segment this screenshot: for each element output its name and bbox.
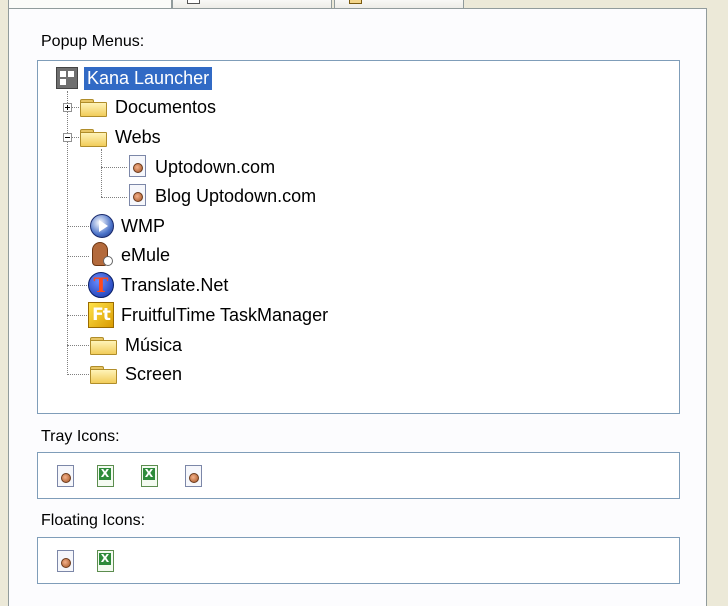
tree-node-kana-launcher[interactable]: Kana Launcher [56, 64, 213, 92]
node-label: Blog Uptodown.com [155, 185, 317, 206]
tree-node-musica[interactable]: Música [90, 331, 185, 359]
node-label: Documentos [115, 96, 217, 117]
tree-line [67, 256, 89, 257]
tree-line [67, 315, 89, 316]
link-doc-icon[interactable] [56, 465, 76, 489]
excel-doc-icon[interactable]: X [96, 550, 116, 574]
link-doc-icon [128, 184, 148, 208]
media-player-icon [90, 214, 114, 238]
link-doc-icon[interactable] [56, 550, 76, 574]
node-label: FruitfulTime TaskManager [121, 304, 329, 325]
node-label: Translate.Net [121, 274, 229, 295]
node-label: Uptodown.com [155, 156, 276, 177]
tree-node-uptodown[interactable]: Uptodown.com [128, 153, 278, 181]
tree-node-fruitfultime[interactable]: Ft FruitfulTime TaskManager [88, 301, 331, 329]
floating-icons-box[interactable]: X [37, 537, 680, 584]
collapse-webs-toggle[interactable] [63, 133, 72, 142]
node-label: Screen [125, 363, 183, 384]
tree-node-emule[interactable]: eMule [90, 241, 173, 269]
taskmanager-icon: Ft [88, 302, 114, 328]
popup-menus-tree[interactable]: Kana Launcher Documentos Webs Uptodown.c… [37, 60, 680, 414]
translate-icon: T [88, 272, 114, 298]
tree-line [67, 285, 89, 286]
link-doc-icon[interactable] [184, 465, 204, 489]
tree-line [101, 149, 102, 197]
window-icon [187, 0, 200, 4]
folder-icon [80, 97, 108, 117]
node-label: Kana Launcher [84, 66, 213, 90]
expand-documentos-toggle[interactable] [63, 103, 72, 112]
tray-icons-label: Tray Icons: [41, 428, 120, 445]
floating-icons-label: Floating Icons: [41, 512, 146, 529]
tree-node-wmp[interactable]: WMP [90, 212, 168, 240]
tree-line [67, 226, 89, 227]
folder-icon [90, 364, 118, 384]
node-label: Webs [115, 126, 161, 147]
link-doc-icon [128, 155, 148, 179]
node-label: eMule [121, 244, 171, 265]
tree-line [67, 345, 89, 346]
folder-icon [90, 335, 118, 355]
tree-node-webs[interactable]: Webs [80, 123, 164, 151]
popup-menus-label: Popup Menus: [41, 33, 145, 50]
tree-node-documentos[interactable]: Documentos [80, 93, 219, 121]
excel-doc-icon[interactable]: X [140, 465, 160, 489]
options-icon [349, 0, 362, 4]
tree-line [101, 167, 127, 168]
tree-node-translate[interactable]: T Translate.Net [88, 271, 231, 299]
tree-node-blog-uptodown[interactable]: Blog Uptodown.com [128, 182, 319, 210]
emule-icon [90, 242, 114, 268]
folder-icon [80, 127, 108, 147]
tree-line [67, 374, 89, 375]
tree-node-screen[interactable]: Screen [90, 360, 185, 388]
node-label: WMP [121, 215, 165, 236]
node-label: Música [125, 334, 183, 355]
tree-line [101, 197, 127, 198]
excel-doc-icon[interactable]: X [96, 465, 116, 489]
launcher-icon [56, 67, 78, 89]
tray-icons-box[interactable]: X X [37, 452, 680, 499]
